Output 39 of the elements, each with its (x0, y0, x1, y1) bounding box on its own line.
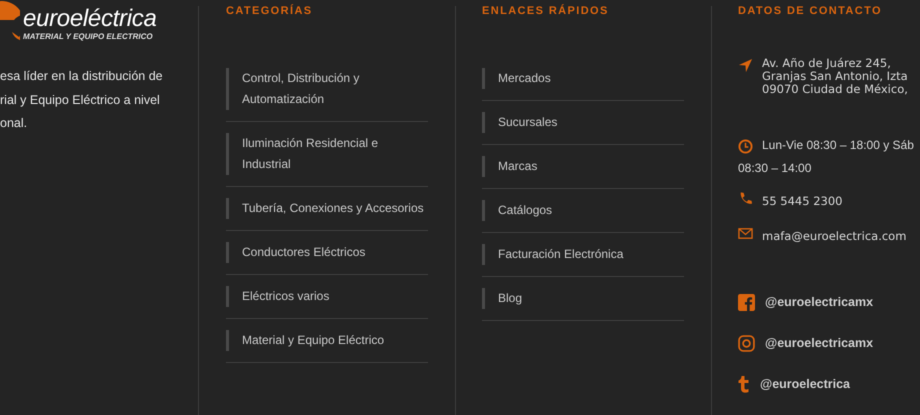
quick-links-heading: ENLACES RÁPIDOS (482, 5, 609, 17)
quick-link[interactable]: Marcas (498, 156, 538, 177)
hours-text: Lun-Vie 08:30 – 18:00 y Sáb (762, 137, 914, 154)
address-text: Av. Año de Juárez 245, (762, 57, 891, 70)
envelope-icon (738, 226, 753, 241)
quick-link[interactable]: Catálogos (498, 200, 552, 221)
address-text: 09070 Ciudad de México, (762, 83, 908, 96)
quick-link[interactable]: Mercados (498, 68, 551, 89)
category-link[interactable]: Tubería, Conexiones y Accesorios (242, 198, 424, 219)
description-line: esa líder en la distribución de (0, 68, 164, 85)
category-link[interactable]: Conductores Eléctricos (242, 242, 366, 263)
quick-link[interactable]: Sucursales (498, 112, 558, 133)
social-link[interactable]: @euroelectrica (738, 374, 920, 394)
category-link[interactable]: Automatización (242, 89, 324, 110)
phone-icon (738, 191, 753, 206)
instagram-icon (738, 334, 755, 352)
address-text: Granjas San Antonio, Izta (762, 70, 908, 83)
location-arrow-icon (738, 58, 753, 73)
category-link[interactable]: Eléctricos varios (242, 286, 330, 307)
facebook-icon (738, 294, 755, 310)
category-link[interactable]: Control, Distribución y (242, 68, 360, 89)
contact-heading: DATOS DE CONTACTO (738, 5, 882, 17)
tumblr-icon (738, 376, 750, 392)
category-link[interactable]: Material y Equipo Eléctrico (242, 330, 384, 351)
phone-text: 55 5445 2300 (762, 193, 842, 210)
brand-name: euroeléctrica (23, 6, 157, 32)
quick-link[interactable]: Blog (498, 288, 522, 309)
categories-heading: CATEGORÍAS (226, 5, 313, 17)
hours-text: 08:30 – 14:00 (738, 160, 812, 177)
description-line: rial y Equipo Eléctrico a nivel (0, 92, 161, 109)
social-link[interactable]: @euroelectricamx (738, 292, 920, 312)
email-text: mafa@euroelectrica.com (762, 228, 906, 245)
description-line: onal. (0, 115, 28, 132)
brand-tagline: MATERIAL Y EQUIPO ELECTRICO (23, 32, 153, 41)
clock-icon (738, 138, 753, 154)
category-link[interactable]: Industrial (242, 154, 291, 175)
category-link[interactable]: Iluminación Residencial e (242, 133, 378, 154)
social-link[interactable]: @euroelectricamx (738, 333, 920, 353)
quick-link[interactable]: Facturación Electrónica (498, 244, 624, 265)
